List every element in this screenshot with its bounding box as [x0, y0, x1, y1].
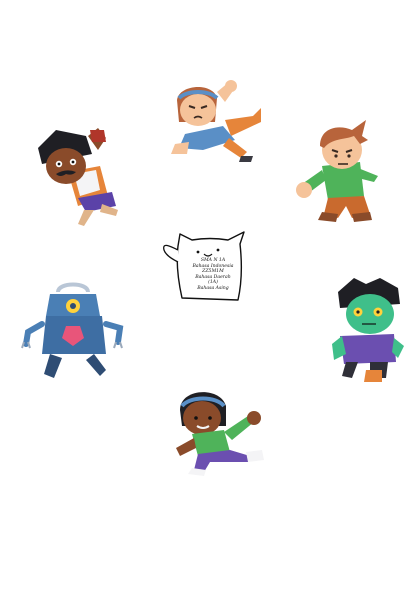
character-girl-icon	[171, 80, 261, 162]
character-robot-icon	[21, 282, 124, 378]
center-doodle: SMA N 1A Bahasa Indonesia ZZ5M1M Bahasa …	[158, 228, 252, 304]
doodle-text: SMA N 1A Bahasa Indonesia ZZ5M1M Bahasa …	[180, 258, 246, 292]
illustration-canvas: SMA N 1A Bahasa Indonesia ZZ5M1M Bahasa …	[0, 0, 420, 594]
character-running-girl-icon	[176, 392, 264, 476]
character-mustache-boy-icon	[38, 128, 118, 226]
character-zombie-icon	[332, 278, 404, 382]
character-ginger-boy-icon	[296, 120, 378, 222]
doodle-line: Bahasa Asing	[197, 285, 229, 291]
